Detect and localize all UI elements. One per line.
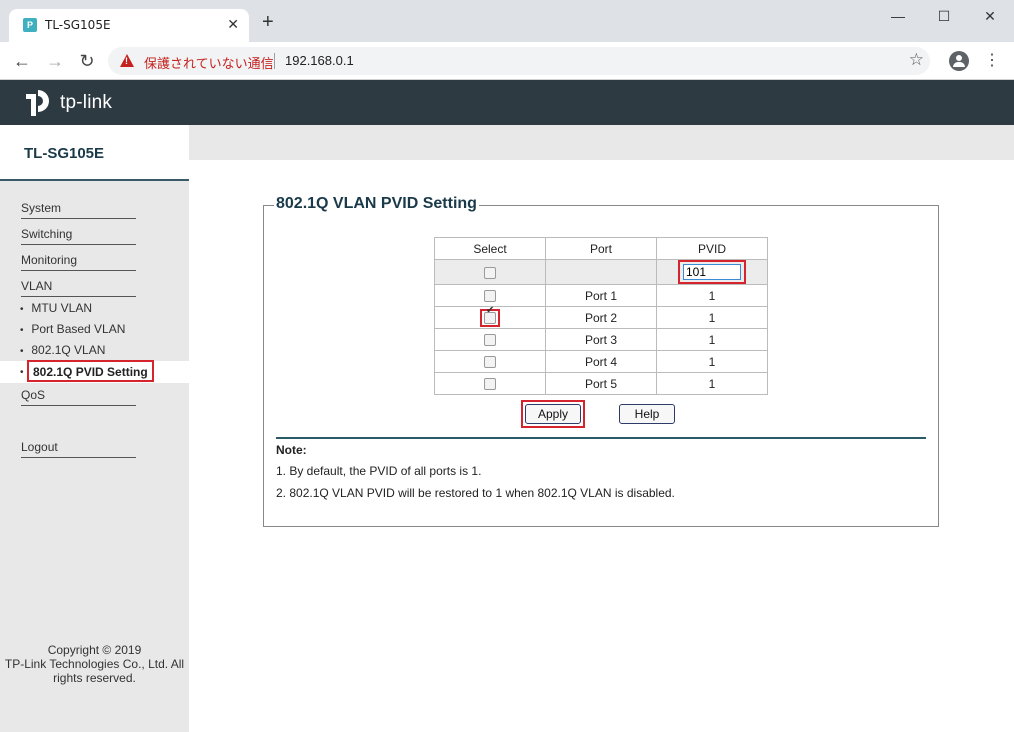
profile-avatar-icon[interactable] [949,51,969,71]
url-separator [274,53,275,69]
port-5-checkbox[interactable] [484,378,496,391]
pvid-cell: 1 [656,372,768,395]
port-3-checkbox[interactable] [484,334,496,347]
copyright-line-3: rights reserved. [53,671,136,685]
select-cell [434,372,546,395]
note-title: Note: [276,443,307,457]
sidebar-item-switching[interactable]: Switching [21,227,136,245]
bullet-icon: • [20,325,24,336]
address-bar[interactable]: 保護されていない通信 192.168.0.1 ☆ [108,47,930,75]
forward-button[interactable]: → [45,51,65,71]
table-input-row [434,259,768,285]
bullet-icon: • [20,346,24,357]
bullet-icon: • [20,304,24,315]
reload-button[interactable]: ↻ [77,51,97,71]
copyright-line-1: Copyright © 2019 [47,643,142,657]
browser-menu-icon[interactable]: ⋮ [984,51,1000,71]
sidebar-subitem-port-based-vlan[interactable]: • Port Based VLAN [20,322,125,336]
tplink-favicon-icon: P [23,18,37,32]
port-2-checkbox[interactable] [484,311,496,324]
tab-close-icon[interactable]: ✕ [227,16,239,33]
select-all-checkbox[interactable] [484,266,496,279]
minimize-button[interactable]: — [888,8,908,24]
pvid-input[interactable] [683,264,741,280]
apply-button[interactable]: Apply [525,404,581,424]
sidebar-item-vlan[interactable]: VLAN [21,279,136,297]
pvid-input-cell [656,259,768,285]
window-close-button[interactable]: ✕ [980,8,1000,24]
select-cell [434,284,546,307]
table-row: Port 2 1 [434,306,768,329]
apply-button-highlight: Apply [521,400,585,428]
new-tab-button[interactable]: + [262,12,274,32]
column-header-port: Port [545,237,657,260]
select-cell [434,306,546,329]
pvid-table: Select Port PVID Port 1 1 Port 2 1 Port … [434,237,768,395]
top-gray-band [189,125,1014,160]
sidebar-subitem-pvid-setting[interactable]: 802.1Q PVID Setting [27,360,154,382]
insecure-label[interactable]: 保護されていない通信 [144,53,274,72]
subitem-label: Port Based VLAN [31,322,126,336]
back-button[interactable]: ← [12,51,32,71]
checkbox-highlight [480,308,500,327]
section-title: 802.1Q VLAN PVID Setting [274,195,479,213]
sidebar-item-qos[interactable]: QoS [21,388,136,406]
port-4-checkbox[interactable] [484,356,496,369]
table-row: Port 1 1 [434,284,768,307]
pvid-cell: 1 [656,306,768,329]
tplink-logo-icon [26,90,49,116]
port-cell: Port 3 [545,328,657,351]
port-1-checkbox[interactable] [484,290,496,303]
select-all-cell [434,259,546,285]
note-divider [276,437,926,439]
column-header-select: Select [434,237,546,260]
port-cell: Port 1 [545,284,657,307]
browser-tab[interactable]: P TL-SG105E ✕ [9,9,249,42]
sidebar-item-logout[interactable]: Logout [21,440,136,458]
model-bar: TL-SG105E [0,125,1014,181]
column-header-pvid: PVID [656,237,768,260]
port-cell: Port 4 [545,350,657,373]
model-title: TL-SG105E [24,145,105,162]
pvid-input-highlight [678,260,746,284]
subitem-label: MTU VLAN [31,301,93,315]
port-cell: Port 2 [545,306,657,329]
brand-header: tp-link [0,80,1014,125]
brand-logo-text: tp-link [60,92,113,113]
port-cell: Port 5 [545,372,657,395]
table-row: Port 5 1 [434,372,768,395]
note-line-1: 1. By default, the PVID of all ports is … [276,464,482,478]
pvid-cell: 1 [656,284,768,307]
select-cell [434,328,546,351]
help-button[interactable]: Help [619,404,675,424]
subitem-label: 802.1Q VLAN [31,343,106,357]
pvid-cell: 1 [656,328,768,351]
copyright-line-2: TP-Link Technologies Co., Ltd. All [4,657,185,671]
maximize-button[interactable]: ☐ [934,8,954,24]
sidebar-item-monitoring[interactable]: Monitoring [21,253,136,271]
tab-title: TL-SG105E [45,18,111,32]
table-row: Port 3 1 [434,328,768,351]
table-header-row: Select Port PVID [434,237,768,260]
table-row: Port 4 1 [434,350,768,373]
sidebar-item-system[interactable]: System [21,201,136,219]
note-line-2: 2. 802.1Q VLAN PVID will be restored to … [276,486,675,500]
select-cell [434,350,546,373]
warning-icon [120,54,134,67]
url-text[interactable]: 192.168.0.1 [285,53,354,68]
sidebar-subitem-8021q-vlan[interactable]: • 802.1Q VLAN [20,343,105,357]
browser-tab-strip: P TL-SG105E ✕ + — ☐ ✕ [0,0,1014,42]
sidebar-nav: System Switching Monitoring VLAN • MTU V… [0,181,189,732]
browser-toolbar: ← → ↻ 保護されていない通信 192.168.0.1 ☆ ⋮ [0,42,1014,80]
copyright-text: Copyright © 2019 TP-Link Technologies Co… [0,643,189,685]
empty-port-cell [545,259,657,285]
bookmark-star-icon[interactable]: ☆ [909,50,924,70]
pvid-cell: 1 [656,350,768,373]
sidebar-subitem-mtu-vlan[interactable]: • MTU VLAN [20,301,92,315]
